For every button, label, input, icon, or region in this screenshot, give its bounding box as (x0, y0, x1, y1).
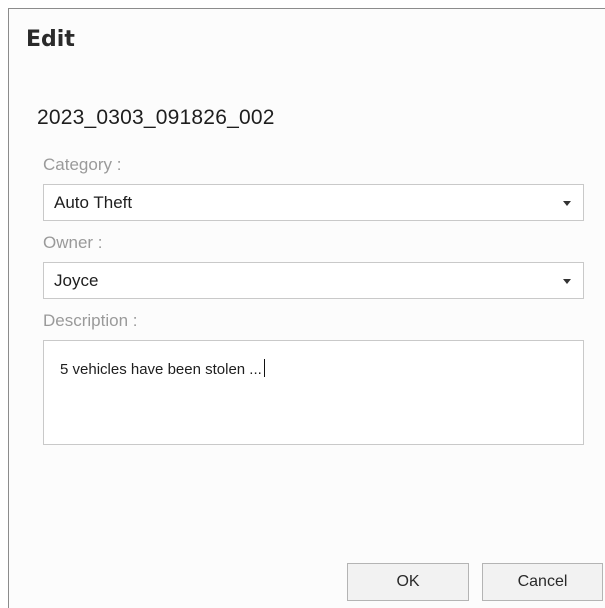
dialog-title: Edit (26, 27, 75, 52)
owner-label: Owner : (43, 233, 103, 252)
edit-dialog: Edit 2023_0303_091826_002 Category : Aut… (8, 8, 605, 608)
record-id: 2023_0303_091826_002 (37, 106, 275, 129)
owner-select[interactable]: Joyce (43, 262, 584, 299)
cancel-button[interactable]: Cancel (482, 563, 603, 601)
category-label: Category : (43, 155, 122, 174)
description-label: Description : (43, 311, 138, 330)
description-textarea[interactable]: 5 vehicles have been stolen ... (43, 340, 584, 445)
category-value: Auto Theft (54, 193, 133, 212)
description-value: 5 vehicles have been stolen ... (60, 361, 262, 378)
category-select[interactable]: Auto Theft (43, 184, 584, 221)
description-text: 5 vehicles have been stolen ... (60, 359, 265, 378)
ok-button[interactable]: OK (347, 563, 469, 601)
owner-value: Joyce (54, 271, 99, 290)
text-cursor (263, 359, 265, 377)
chevron-down-icon (563, 279, 571, 284)
chevron-down-icon (563, 201, 571, 206)
